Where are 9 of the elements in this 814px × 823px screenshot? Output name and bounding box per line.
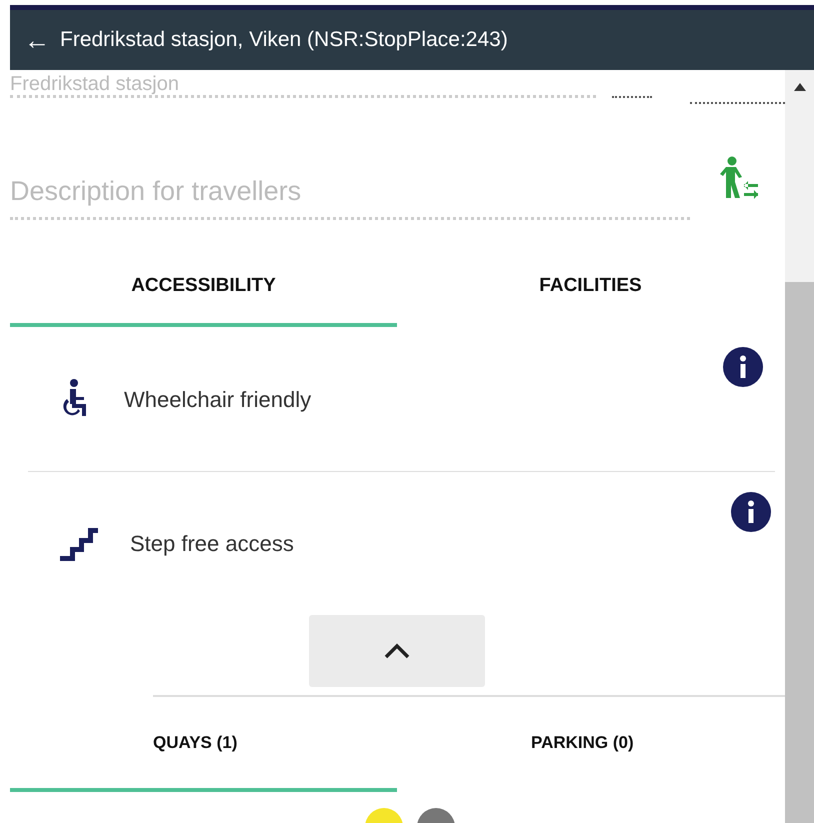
tab[interactable]: ACCESSIBILITY — [10, 250, 397, 327]
tab[interactable]: FACILITIES — [397, 250, 784, 327]
tab[interactable]: QUAYS (1) — [10, 697, 397, 792]
back-arrow-icon[interactable]: ← — [24, 27, 50, 53]
accessibility-label: Wheelchair friendly — [124, 386, 312, 414]
accessibility-label: Step free access — [130, 530, 294, 558]
stop-place-title: Fredrikstad stasjon, Viken (NSR:StopPlace:243) — [60, 27, 508, 54]
tab[interactable]: PARKING (0) — [397, 697, 784, 792]
description-field[interactable]: Description for travellers — [10, 170, 690, 220]
